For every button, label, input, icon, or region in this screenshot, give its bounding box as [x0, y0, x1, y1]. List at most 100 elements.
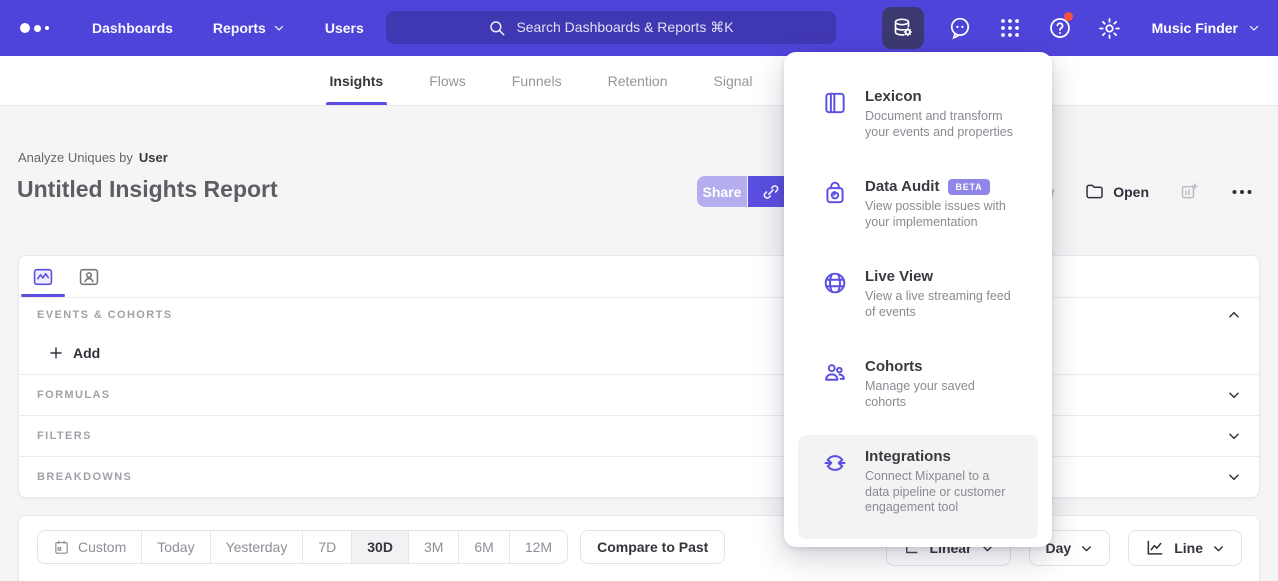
add-to-dashboard-button[interactable] [1179, 181, 1200, 202]
open-label: Open [1113, 184, 1149, 200]
top-right-tools: Music Finder [882, 0, 1260, 56]
menu-item-cohorts[interactable]: Cohorts Manage your saved cohorts [798, 345, 1038, 435]
nav-dashboards[interactable]: Dashboards [92, 20, 173, 36]
chevron-down-icon [1248, 22, 1260, 34]
menu-item-lexicon[interactable]: Lexicon Document and transform your even… [798, 75, 1038, 165]
top-navigation-bar: Dashboards Reports Users Search Dashboar… [0, 0, 1278, 56]
tab-flows[interactable]: Flows [429, 56, 466, 105]
breakdowns-label: BREAKDOWNS [37, 471, 132, 483]
range-3m-label: 3M [424, 539, 443, 555]
chevron-down-icon [1080, 542, 1093, 555]
grid-dots-icon [998, 16, 1022, 40]
tab-funnels-label: Funnels [512, 73, 562, 89]
user-tab-icon [78, 266, 100, 288]
chevron-down-icon [1227, 470, 1241, 484]
range-custom[interactable]: Custom [38, 531, 142, 563]
formulas-label: FORMULAS [37, 389, 111, 401]
analyze-label: Analyze Uniques by [18, 150, 133, 165]
analyze-uniques-row: Analyze Uniques by User [18, 150, 168, 165]
gear-icon [1097, 16, 1122, 41]
tab-insights-label: Insights [330, 73, 384, 89]
range-30d[interactable]: 30D [352, 531, 409, 563]
chevron-up-icon [1227, 308, 1241, 322]
section-breakdowns[interactable]: BREAKDOWNS [19, 456, 1259, 497]
tab-retention[interactable]: Retention [608, 56, 668, 105]
range-today[interactable]: Today [142, 531, 210, 563]
integrations-icon [822, 450, 848, 476]
chevron-down-icon [1212, 542, 1225, 555]
project-switcher[interactable]: Music Finder [1152, 20, 1260, 36]
menu-item-integrations[interactable]: Integrations Connect Mixpanel to a data … [798, 435, 1038, 539]
insights-report-page: Dashboards Reports Users Search Dashboar… [0, 0, 1278, 581]
range-6m[interactable]: 6M [459, 531, 509, 563]
compare-label: Compare to Past [597, 539, 708, 555]
nav-reports[interactable]: Reports [213, 20, 285, 36]
menu-item-data-audit[interactable]: Data Audit BETA View possible issues wit… [798, 165, 1038, 255]
tab-signal-label: Signal [714, 73, 753, 89]
share-group: Share [697, 176, 793, 207]
nav-users[interactable]: Users [325, 20, 364, 36]
tab-insights[interactable]: Insights [330, 56, 384, 105]
data-management-button[interactable] [882, 7, 924, 49]
range-7d-label: 7D [318, 539, 336, 555]
range-12m[interactable]: 12M [510, 531, 567, 563]
users-view-tab[interactable] [78, 266, 100, 288]
range-3m[interactable]: 3M [409, 531, 459, 563]
search-placeholder: Search Dashboards & Reports ⌘K [516, 19, 733, 36]
chart-type-dropdown[interactable]: Line [1128, 530, 1242, 566]
beta-badge: BETA [948, 179, 989, 195]
notification-dot [1064, 12, 1073, 21]
date-range-controls: Custom Today Yesterday 7D 30D 3M 6M 12M … [37, 530, 725, 564]
range-yesterday[interactable]: Yesterday [211, 531, 304, 563]
link-icon [761, 182, 781, 202]
mixpanel-logo-icon[interactable] [20, 23, 66, 33]
tab-funnels[interactable]: Funnels [512, 56, 562, 105]
add-event-button[interactable]: Add [19, 331, 1259, 374]
live-view-description: View a live streaming feed of events [865, 289, 1014, 320]
nav-dashboards-label: Dashboards [92, 20, 173, 36]
add-label: Add [73, 345, 100, 361]
folder-icon [1084, 181, 1105, 202]
menu-item-live-view[interactable]: Live View View a live streaming feed of … [798, 255, 1038, 345]
book-icon [822, 90, 848, 116]
section-formulas[interactable]: FORMULAS [19, 374, 1259, 415]
live-view-title: Live View [865, 268, 933, 285]
analyze-value-selector[interactable]: User [139, 150, 168, 165]
chart-type-label: Line [1174, 540, 1203, 556]
nav-reports-label: Reports [213, 20, 266, 36]
line-chart-icon [1145, 538, 1165, 558]
open-report-button[interactable]: Open [1084, 181, 1149, 202]
page-title[interactable]: Untitled Insights Report [17, 176, 278, 203]
cohorts-description: Manage your saved cohorts [865, 379, 1014, 410]
lexicon-title: Lexicon [865, 88, 922, 105]
events-cohorts-label: EVENTS & COHORTS [37, 309, 172, 321]
calendar-icon [53, 539, 70, 556]
tab-retention-label: Retention [608, 73, 668, 89]
section-events-cohorts[interactable]: EVENTS & COHORTS [19, 297, 1259, 331]
apps-grid-button[interactable] [996, 7, 1024, 49]
global-search-input[interactable]: Search Dashboards & Reports ⌘K [386, 11, 836, 44]
chart-view-tab[interactable] [32, 266, 54, 288]
integrations-title: Integrations [865, 448, 951, 465]
report-actions: New Open [1025, 176, 1254, 207]
cohorts-icon [822, 360, 848, 386]
feedback-button[interactable] [946, 7, 974, 49]
help-button[interactable] [1046, 7, 1074, 49]
search-icon [488, 19, 506, 37]
range-yesterday-label: Yesterday [226, 539, 288, 555]
chevron-down-icon [1227, 429, 1241, 443]
chevron-down-icon [1227, 388, 1241, 402]
share-button[interactable]: Share [697, 176, 747, 207]
data-audit-icon [822, 180, 848, 206]
project-name: Music Finder [1152, 20, 1238, 36]
settings-button[interactable] [1096, 7, 1124, 49]
compare-to-past-button[interactable]: Compare to Past [580, 530, 725, 564]
section-filters[interactable]: FILTERS [19, 415, 1259, 456]
more-options-button[interactable] [1230, 180, 1254, 204]
range-30d-label: 30D [367, 539, 393, 555]
query-builder-card: EVENTS & COHORTS Add FORMULAS FILTERS BR… [18, 255, 1260, 498]
builder-view-tabs [19, 256, 1259, 297]
range-7d[interactable]: 7D [303, 531, 352, 563]
tab-signal[interactable]: Signal [714, 56, 753, 105]
data-audit-title: Data Audit [865, 178, 939, 195]
